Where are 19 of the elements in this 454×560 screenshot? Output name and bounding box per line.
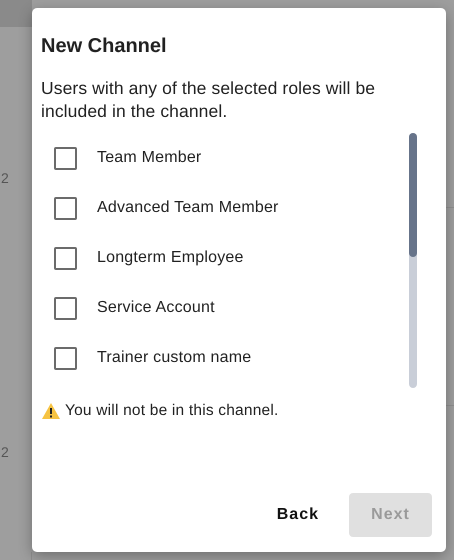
role-label: Trainer custom name xyxy=(97,349,252,367)
checkbox[interactable] xyxy=(54,346,77,370)
dialog-title: New Channel xyxy=(41,34,168,59)
role-label: Advanced Team Member xyxy=(97,199,279,217)
backdrop-panel xyxy=(0,0,32,27)
back-button[interactable]: Back xyxy=(260,493,335,537)
checkbox[interactable] xyxy=(54,146,77,170)
warning-text: You will not be in this channel. xyxy=(65,402,278,420)
role-label: Longterm Employee xyxy=(97,249,244,267)
checkbox[interactable] xyxy=(54,196,77,220)
backdrop-text: 2 xyxy=(1,170,9,186)
checkbox[interactable] xyxy=(54,246,77,270)
role-label: Service Account xyxy=(97,299,215,317)
checkbox[interactable] xyxy=(54,296,77,320)
backdrop-text: 2 xyxy=(1,444,9,460)
warning-icon xyxy=(41,402,61,420)
dialog-description: Users with any of the selected roles will be included in the channel. xyxy=(41,77,376,123)
role-label: Team Member xyxy=(97,149,202,167)
scrollbar[interactable] xyxy=(409,133,417,388)
